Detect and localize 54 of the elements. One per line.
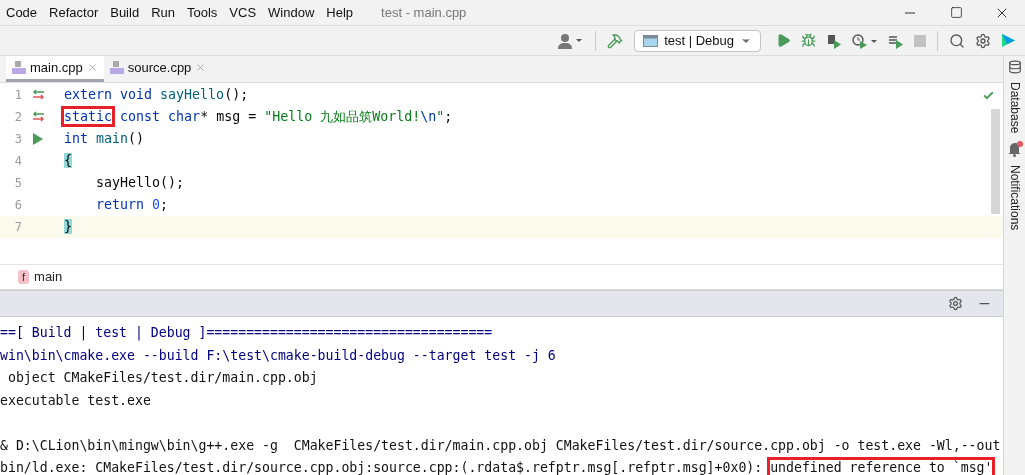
code-line: int main()	[64, 131, 145, 147]
line-number: 3	[13, 131, 22, 146]
line-number: 6	[13, 197, 22, 212]
menu-item[interactable]: VCS	[223, 5, 263, 20]
code-line: extern void sayHello();	[64, 87, 249, 103]
search-icon[interactable]	[949, 32, 965, 49]
window-icon	[643, 34, 659, 47]
bell-icon[interactable]	[1006, 141, 1023, 158]
maximize-icon[interactable]	[949, 6, 963, 19]
database-icon[interactable]	[1007, 60, 1022, 74]
app-logo-icon[interactable]	[1001, 33, 1016, 48]
line-number: 1	[13, 87, 22, 102]
run-icon[interactable]	[33, 132, 43, 145]
menu-item[interactable]: Code	[0, 5, 44, 20]
line-number: 4	[13, 153, 22, 168]
console-line: executable test.exe	[0, 392, 151, 408]
bug-icon[interactable]	[801, 33, 816, 48]
console-line: win\bin\cmake.exe --build F:\test\cmake-build-debug --target test -j 6	[0, 347, 556, 363]
console-line: object CMakeFiles/test.dir/main.cpp.obj	[6, 370, 318, 385]
console-line: & D:\CLion\bin\mingw\bin\g++.exe -g CMakeFiles/test.dir/main.cpp.obj CMakeFiles/test.dir/source.cpp.obj -o test.exe -Wl,--out	[0, 437, 1001, 453]
code-line: static const char* msg = "Hello 九如品筑World!\n";	[64, 107, 453, 126]
menu-item[interactable]: Tools	[181, 5, 224, 20]
profiler-run-icon[interactable]	[852, 32, 878, 49]
breadcrumb-item[interactable]: main	[34, 269, 63, 285]
function-badge: f	[18, 269, 30, 284]
play-icon[interactable]	[776, 33, 791, 48]
swap-arrows-icon[interactable]	[31, 111, 45, 123]
scrollbar-thumb[interactable]	[991, 108, 1000, 214]
code-line: sayHello();	[95, 175, 185, 191]
menu-item[interactable]: Build	[104, 5, 146, 20]
window-title: test - main.cpp	[381, 5, 468, 20]
hammer-icon[interactable]	[607, 32, 624, 49]
line-number: 5	[13, 175, 22, 190]
run-configuration-dropdown[interactable]: test | Debug	[634, 29, 761, 52]
swap-arrows-icon[interactable]	[31, 89, 45, 101]
user-icon[interactable]	[558, 32, 585, 49]
line-number: 7	[13, 219, 22, 234]
sidebar-tab[interactable]: Database	[1007, 82, 1022, 134]
menu-item[interactable]: Run	[145, 5, 181, 20]
menu-item[interactable]: Window	[262, 5, 321, 20]
menu-item[interactable]: Help	[320, 5, 360, 20]
console-line: ==[ Build | test | Debug ]====================================	[0, 325, 493, 340]
settings-icon[interactable]	[948, 295, 963, 311]
cpp-file-icon	[109, 60, 124, 75]
file-tab[interactable]: main.cpp	[6, 56, 104, 82]
console-line: bin/ld.exe: CMakeFiles/test.dir/source.cpp.obj:source.cpp:(.rdata$.refptr.msg[.refptr.msg]+0x0): undefined reference to `msg'	[0, 460, 993, 475]
coverage-run-icon[interactable]	[826, 32, 842, 49]
sidebar-tab[interactable]: Notifications	[1007, 165, 1022, 231]
code-line: return 0;	[95, 197, 169, 213]
file-tab[interactable]: source.cpp	[103, 56, 213, 82]
line-number: 2	[13, 109, 22, 124]
menu-item[interactable]: Refactor	[43, 5, 105, 20]
settings-icon[interactable]	[975, 32, 991, 49]
cpp-file-icon	[12, 60, 26, 75]
